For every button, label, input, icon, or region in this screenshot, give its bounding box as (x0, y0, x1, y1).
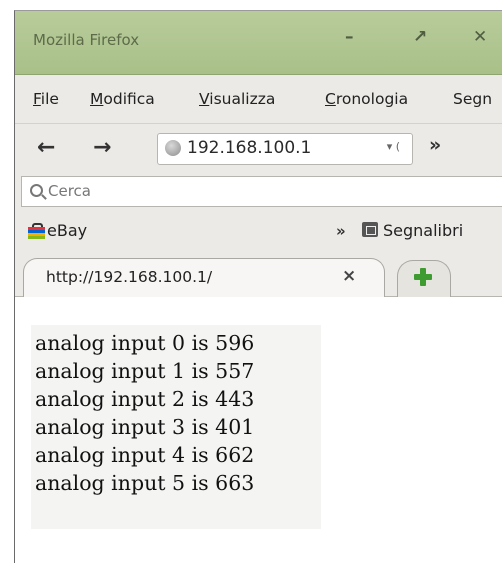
tab-title: http://192.168.100.1/ (46, 268, 213, 286)
search-input[interactable]: Cerca (21, 176, 502, 207)
bookmarks-folder-icon (362, 222, 378, 237)
analog-reading-line: analog input 0 is 596 (35, 331, 255, 355)
globe-icon (165, 140, 181, 156)
menu-segnalibri[interactable]: Segn (453, 90, 492, 108)
menu-cronologia-accel: C (325, 90, 336, 108)
bookmarks-menu-button[interactable]: Segnalibri (383, 221, 463, 240)
analog-readings: analog input 0 is 596 analog input 1 is … (35, 329, 254, 497)
tab-close-icon[interactable]: × (342, 266, 356, 286)
forward-button[interactable]: → (93, 135, 111, 160)
menu-cronologia-label: ronologia (335, 90, 409, 108)
minimize-button[interactable]: – (345, 27, 354, 47)
search-icon (30, 184, 43, 197)
title-bar: Mozilla Firefox – ↗ ✕ (15, 11, 502, 75)
tab-active[interactable]: http://192.168.100.1/ × (23, 258, 385, 298)
shopping-bag-icon (28, 223, 45, 239)
menu-visualizza-accel: V (199, 90, 210, 108)
analog-reading-line: analog input 1 is 557 (35, 359, 255, 383)
menu-visualizza-label: isualizza (209, 90, 276, 108)
search-bar: Cerca (15, 174, 502, 210)
analog-reading-line: analog input 2 is 443 (35, 387, 255, 411)
bookmarks-toolbar: eBay » Segnalibri (15, 210, 502, 252)
menu-modifica-accel: M (90, 90, 104, 108)
url-dropdown[interactable]: ▾ ( (387, 140, 400, 153)
menu-modifica-label: odifica (103, 90, 155, 108)
new-tab-button[interactable] (397, 260, 451, 298)
window-title: Mozilla Firefox (33, 31, 140, 49)
navigation-bar: ← → 192.168.100.1 ▾ ( » (15, 124, 502, 174)
tab-strip: http://192.168.100.1/ × (15, 252, 502, 298)
back-button[interactable]: ← (37, 135, 55, 160)
search-placeholder: Cerca (48, 182, 91, 200)
analog-reading-line: analog input 4 is 662 (35, 443, 255, 467)
bookmark-ebay[interactable]: eBay (47, 221, 87, 240)
menu-modifica[interactable]: Modifica (90, 90, 155, 108)
menu-bar: File Modifica Visualizza Cronologia Segn (15, 75, 502, 124)
close-button[interactable]: ✕ (473, 27, 487, 47)
menu-file[interactable]: File (33, 90, 59, 108)
menu-file-accel: F (33, 90, 41, 108)
maximize-button[interactable]: ↗ (413, 27, 427, 47)
analog-reading-line: analog input 5 is 663 (35, 471, 255, 495)
toolbar-overflow-button[interactable]: » (429, 134, 441, 156)
menu-file-label: ile (40, 90, 59, 108)
browser-window: Mozilla Firefox – ↗ ✕ File Modifica Visu… (14, 10, 502, 563)
page-content: analog input 0 is 596 analog input 1 is … (21, 297, 502, 563)
menu-visualizza[interactable]: Visualizza (199, 90, 275, 108)
menu-cronologia[interactable]: Cronologia (325, 90, 408, 108)
url-bar[interactable]: 192.168.100.1 ▾ ( (157, 133, 413, 165)
url-text: 192.168.100.1 (187, 138, 312, 158)
analog-reading-line: analog input 3 is 401 (35, 415, 255, 439)
bookmarks-overflow-button[interactable]: » (336, 222, 346, 240)
